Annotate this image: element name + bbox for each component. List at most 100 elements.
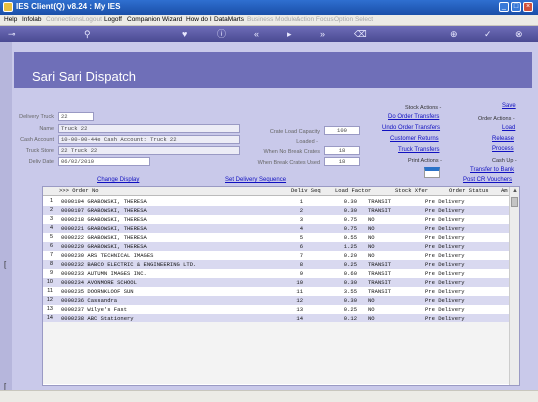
change-display-link[interactable]: Change Display bbox=[97, 177, 139, 183]
menu-action-focus[interactable]: Action Focus bbox=[296, 16, 334, 23]
table-row[interactable]: 9 0000233 AUTUMN IMAGES INC. 9 0.60 TRANSIT P… bbox=[43, 269, 509, 278]
undo-order-transfers-link[interactable]: Undo Order Transfers bbox=[382, 125, 440, 131]
menu-logoff[interactable]: Logoff bbox=[104, 16, 122, 23]
customer-returns-link[interactable]: Customer Returns bbox=[390, 136, 439, 142]
cell-deliv-seq: 8 bbox=[299, 261, 303, 268]
app-icon bbox=[3, 2, 13, 12]
save-link[interactable]: Save bbox=[502, 103, 516, 109]
deliv-date-field[interactable]: 06/02/2010 bbox=[58, 157, 150, 166]
cell-row-number: 8 bbox=[49, 261, 53, 267]
post-cr-vouchers-link[interactable]: Post CR Vouchers bbox=[463, 177, 512, 183]
page-banner: Sari Sari Dispatch bbox=[14, 52, 532, 88]
stock-actions-header: Stock Actions - bbox=[405, 105, 442, 111]
info-icon[interactable]: ⓘ bbox=[217, 29, 226, 39]
table-row[interactable]: 8 0000232 BABCO ELECTRIC & ENGINEERING LT… bbox=[43, 260, 509, 269]
menu-business-modules[interactable]: Business Modules bbox=[247, 16, 300, 23]
menu-help[interactable]: Help bbox=[4, 16, 17, 23]
table-row[interactable]: 4 0000221 GRABOWSKI, THERESA 4 0.75 NO Pre De… bbox=[43, 224, 509, 233]
truck-store-field: 22 Truck 22 bbox=[58, 146, 240, 155]
maximize-button[interactable]: □ bbox=[511, 2, 521, 12]
plus-icon[interactable]: ⊕ bbox=[450, 29, 458, 39]
do-order-transfers-link[interactable]: Do Order Transfers bbox=[388, 114, 439, 120]
cell-deliv-seq: 1 bbox=[299, 198, 303, 205]
back-icon[interactable]: ⊸ bbox=[8, 29, 16, 39]
menu-connections[interactable]: Connections bbox=[46, 16, 82, 23]
cell-stock-xfer: NO bbox=[368, 297, 375, 304]
cell-order-status: Pre Delivery bbox=[425, 198, 465, 205]
cell-row-number: 3 bbox=[49, 216, 53, 222]
transfer-to-bank-link[interactable]: Transfer to Bank bbox=[470, 167, 514, 173]
heart-icon[interactable]: ♥ bbox=[182, 29, 187, 39]
col-order-status[interactable]: Order Status bbox=[449, 187, 489, 195]
cell-row-number: 10 bbox=[46, 279, 53, 285]
col-stock-xfer[interactable]: Stock Xfer bbox=[395, 187, 428, 195]
check-icon[interactable]: ✓ bbox=[484, 29, 492, 39]
cell-order: 0000235 DOORNKLOOF SUN bbox=[61, 288, 134, 295]
delivery-truck-field[interactable]: 22 bbox=[58, 112, 94, 121]
cell-order-status: Pre Delivery bbox=[425, 207, 465, 214]
cell-order-status: Pre Delivery bbox=[425, 270, 465, 277]
cell-deliv-seq: 4 bbox=[299, 225, 303, 232]
play-icon[interactable]: ▸ bbox=[287, 29, 292, 39]
menu-companion[interactable]: Companion bbox=[127, 16, 160, 23]
col-amount[interactable]: Am bbox=[501, 187, 508, 195]
process-link[interactable]: Process bbox=[492, 146, 514, 152]
collapse-icon[interactable]: [ bbox=[4, 260, 6, 269]
cell-row-number: 6 bbox=[49, 243, 53, 249]
orders-grid[interactable]: >>> Order No Deliv Seq Load Factor Stock… bbox=[42, 186, 520, 386]
table-row[interactable]: 2 0000197 GRABOWSKI, THERESA 2 0.30 TRANSIT P… bbox=[43, 206, 509, 215]
cell-order: 0000221 GRABOWSKI, THERESA bbox=[61, 225, 147, 232]
col-order-no[interactable]: >>> Order No bbox=[59, 187, 99, 195]
col-deliv-seq[interactable]: Deliv Seq bbox=[291, 187, 321, 195]
menu-wizard[interactable]: Wizard bbox=[162, 16, 182, 23]
vertical-scrollbar[interactable]: ▲ bbox=[509, 187, 519, 385]
cell-stock-xfer: NO bbox=[368, 234, 375, 241]
table-row[interactable]: 7 0000230 ARS TECHNICAL IMAGES 7 0.20 NO Pre … bbox=[43, 251, 509, 260]
cell-load-factor: 0.55 bbox=[343, 234, 357, 241]
cell-deliv-seq: 10 bbox=[296, 279, 303, 286]
close-icon[interactable]: ⊗ bbox=[515, 29, 523, 39]
cash-up-header: Cash Up - bbox=[492, 158, 517, 164]
cell-row-number: 7 bbox=[49, 252, 53, 258]
scroll-up-icon[interactable]: ▲ bbox=[512, 188, 518, 194]
table-row[interactable]: 10 0000234 AVONMORE SCHOOL 10 0.30 TRANSIT Pr… bbox=[43, 278, 509, 287]
close-button[interactable]: × bbox=[523, 2, 533, 12]
break-label: When Break Crates Used bbox=[257, 160, 320, 166]
table-row[interactable]: 1 0000194 GRABOWSKI, THERESA 1 0.30 TRANSIT P… bbox=[43, 197, 509, 206]
table-row[interactable]: 12 0000236 Cassandra 12 0.30 NO Pre Delivery bbox=[43, 296, 509, 305]
table-row[interactable]: 3 0000218 GRABOWSKI, THERESA 3 0.75 NO Pre De… bbox=[43, 215, 509, 224]
status-bar bbox=[0, 390, 538, 402]
cell-order: 0000233 AUTUMN IMAGES INC. bbox=[61, 270, 147, 277]
table-row[interactable]: 6 0000229 GRABOWSKI, THERESA 6 1.25 NO Pre De… bbox=[43, 242, 509, 251]
cell-row-number: 9 bbox=[49, 270, 53, 276]
truck-transfers-link[interactable]: Truck Transfers bbox=[398, 147, 439, 153]
col-load-factor[interactable]: Load Factor bbox=[335, 187, 371, 195]
cell-order-status: Pre Delivery bbox=[425, 306, 465, 313]
load-link[interactable]: Load bbox=[502, 125, 515, 131]
cell-stock-xfer: TRANSIT bbox=[368, 270, 392, 277]
table-row[interactable]: 13 0000237 Wilye's Fast 13 0.25 NO Pre Delive… bbox=[43, 305, 509, 314]
cell-order-status: Pre Delivery bbox=[425, 261, 465, 268]
menu-infolab[interactable]: Infolab bbox=[22, 16, 42, 23]
release-link[interactable]: Release bbox=[492, 136, 514, 142]
trash-icon[interactable]: ⌫ bbox=[354, 29, 367, 39]
cell-stock-xfer: NO bbox=[368, 225, 375, 232]
table-row[interactable]: 5 0000222 GRABOWSKI, THERESA 5 0.55 NO Pre De… bbox=[43, 233, 509, 242]
cell-stock-xfer: NO bbox=[368, 216, 375, 223]
fast-forward-icon[interactable]: » bbox=[320, 29, 325, 39]
menu-how-do-i[interactable]: How do I bbox=[186, 16, 212, 23]
cell-deliv-seq: 2 bbox=[299, 207, 303, 214]
menu-option-select[interactable]: Option Select bbox=[334, 16, 373, 23]
table-row[interactable]: 11 0000235 DOORNKLOOF SUN 11 3.55 TRANSIT Pre… bbox=[43, 287, 509, 296]
menu-datamarts[interactable]: DataMarts bbox=[214, 16, 244, 23]
no-break-label: When No Break Crates bbox=[263, 149, 320, 155]
set-delivery-sequence-link[interactable]: Set Delivery Sequence bbox=[225, 177, 286, 183]
scroll-thumb[interactable] bbox=[511, 197, 518, 207]
cell-stock-xfer: TRANSIT bbox=[368, 279, 392, 286]
cell-stock-xfer: TRANSIT bbox=[368, 288, 392, 295]
minimize-button[interactable]: _ bbox=[499, 2, 509, 12]
rewind-icon[interactable]: « bbox=[254, 29, 259, 39]
search-icon[interactable]: ⚲ bbox=[84, 29, 91, 39]
menu-logout[interactable]: Logout bbox=[82, 16, 102, 23]
printer-icon[interactable] bbox=[424, 167, 440, 178]
